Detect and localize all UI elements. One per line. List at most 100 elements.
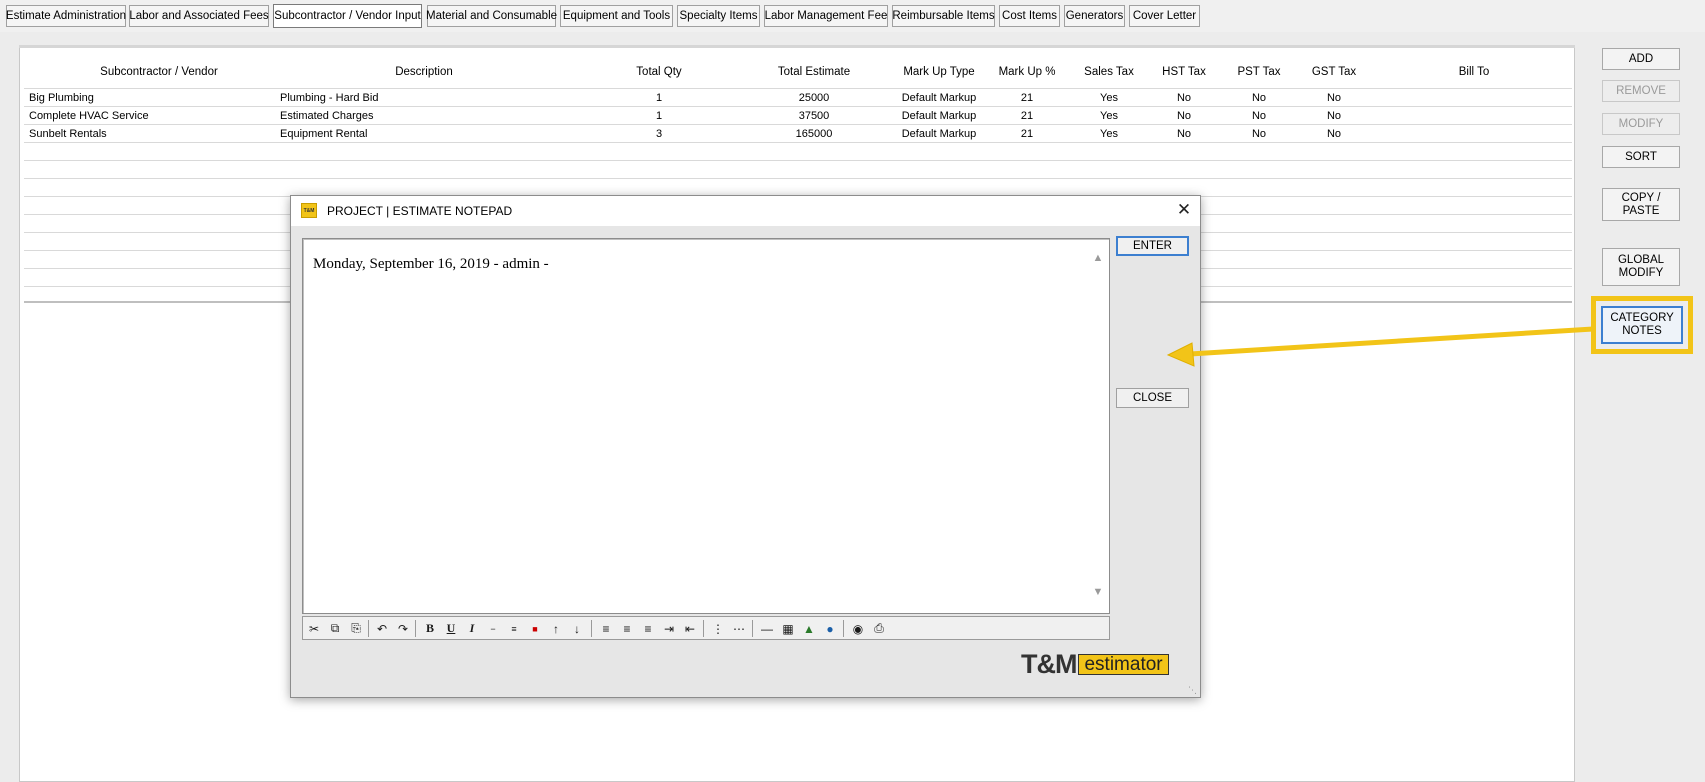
column-header-pst-tax[interactable]: PST Tax [1224, 55, 1294, 89]
table-row[interactable]: Sunbelt Rentals Equipment Rental 3 16500… [24, 125, 1572, 143]
table-row[interactable]: Big Plumbing Plumbing - Hard Bid 1 25000… [24, 89, 1572, 107]
cell-markup-percent: 21 [1020, 110, 1034, 122]
print-icon[interactable]: ⎙ [870, 620, 888, 637]
cell-pst-tax: No [1251, 128, 1267, 140]
cell-vendor: Complete HVAC Service [29, 110, 149, 122]
cell-hst-tax: No [1176, 128, 1192, 140]
cut-icon[interactable]: ✂ [305, 620, 323, 637]
italic-icon[interactable]: I [463, 620, 481, 637]
sort-button[interactable]: SORT [1602, 146, 1680, 168]
numbered-list-icon[interactable]: ⋯ [730, 620, 748, 637]
tab-estimate-administration[interactable]: Estimate Administration [6, 5, 126, 27]
copy-icon[interactable]: ⧉ [326, 620, 344, 637]
cell-vendor: Sunbelt Rentals [29, 128, 107, 140]
cell-hst-tax: No [1176, 110, 1192, 122]
bullet-list-icon[interactable]: ⋮ [709, 620, 727, 637]
column-header-gst-tax[interactable]: GST Tax [1299, 55, 1369, 89]
note-text: Monday, September 16, 2019 - admin - [313, 256, 549, 272]
image-icon[interactable]: ▲ [800, 620, 818, 637]
tab-subcontractor-vendor-input[interactable]: Subcontractor / Vendor Input [273, 4, 422, 28]
undo-icon[interactable]: ↶ [373, 620, 391, 637]
bold-icon[interactable]: B [421, 620, 439, 637]
app-logo-icon: T&M [301, 203, 317, 218]
tab-reimbursable-items[interactable]: Reimbursable Items [892, 5, 995, 27]
column-header-total-qty[interactable]: Total Qty [614, 55, 704, 89]
dialog-titlebar[interactable]: T&M PROJECT | ESTIMATE NOTEPAD ✕ [291, 196, 1200, 226]
cell-sales-tax: Yes [1100, 92, 1118, 104]
close-icon[interactable]: ✕ [1174, 201, 1194, 221]
column-header-markup-type[interactable]: Mark Up Type [884, 55, 994, 89]
outdent-icon[interactable]: ⇤ [681, 620, 699, 637]
cell-sales-tax: Yes [1100, 110, 1118, 122]
strikethrough-icon[interactable]: − [484, 620, 502, 637]
table-row[interactable]: Complete HVAC Service Estimated Charges … [24, 107, 1572, 125]
cell-total-estimate: 37500 [798, 110, 830, 122]
enter-button[interactable]: ENTER [1116, 236, 1189, 256]
column-header-total-estimate[interactable]: Total Estimate [754, 55, 874, 89]
align-right-icon[interactable]: ≡ [639, 620, 657, 637]
cell-sales-tax: Yes [1100, 128, 1118, 140]
cell-gst-tax: No [1326, 92, 1342, 104]
remove-button[interactable]: REMOVE [1602, 80, 1680, 102]
column-header-subcontractor[interactable]: Subcontractor / Vendor [64, 55, 254, 89]
toolbar-separator [368, 620, 369, 637]
column-header-bill-to[interactable]: Bill To [1424, 55, 1524, 89]
redo-icon[interactable]: ↷ [394, 620, 412, 637]
tab-specialty-items[interactable]: Specialty Items [677, 5, 760, 27]
cell-description: Estimated Charges [280, 110, 374, 122]
empty-table-row[interactable] [24, 161, 1572, 179]
cell-vendor: Big Plumbing [29, 92, 94, 104]
scroll-up-icon[interactable]: ▲ [1091, 251, 1105, 265]
add-button[interactable]: ADD [1602, 48, 1680, 70]
category-notes-button[interactable]: CATEGORY NOTES [1601, 306, 1683, 344]
decrease-font-icon[interactable]: ↓ [568, 620, 586, 637]
cell-markup-percent: 21 [1020, 128, 1034, 140]
dialog-title: PROJECT | ESTIMATE NOTEPAD [327, 204, 513, 218]
cell-hst-tax: No [1176, 92, 1192, 104]
font-color-icon[interactable]: ■ [526, 620, 544, 637]
tab-generators[interactable]: Generators [1064, 5, 1125, 27]
column-header-sales-tax[interactable]: Sales Tax [1074, 55, 1144, 89]
format-toolbar: ✂ ⧉ ⎘ ↶ ↷ B U I − ≡ ■ ↑ ↓ ≡ ≡ ≡ ⇥ ⇤ ⋮ ⋯ … [302, 616, 1110, 640]
column-header-description[interactable]: Description [354, 55, 494, 89]
double-strikethrough-icon[interactable]: ≡ [505, 620, 523, 637]
tab-cover-letter[interactable]: Cover Letter [1129, 5, 1200, 27]
cell-pst-tax: No [1251, 110, 1267, 122]
tab-cost-items[interactable]: Cost Items [999, 5, 1060, 27]
toolbar-separator [843, 620, 844, 637]
cell-description: Equipment Rental [280, 128, 368, 140]
find-icon[interactable]: ◉ [849, 620, 867, 637]
table-icon[interactable]: ▦ [779, 620, 797, 637]
cell-markup-percent: 21 [1020, 92, 1034, 104]
resize-grip-icon[interactable]: ⋱ [1188, 685, 1198, 695]
panel-top-border [19, 45, 1575, 48]
scroll-down-icon[interactable]: ▼ [1091, 585, 1105, 599]
tab-material-consumable[interactable]: Material and Consumable [426, 5, 557, 27]
tab-equipment-tools[interactable]: Equipment and Tools [560, 5, 673, 27]
notepad-editor[interactable]: Monday, September 16, 2019 - admin - ▲ ▼ [302, 238, 1110, 614]
copy-paste-button[interactable]: COPY / PASTE [1602, 188, 1680, 221]
column-header-hst-tax[interactable]: HST Tax [1149, 55, 1219, 89]
brand-estimator: estimator [1078, 653, 1169, 675]
cell-markup-type: Default Markup [901, 92, 977, 104]
hyperlink-icon[interactable]: ● [821, 620, 839, 637]
horizontal-rule-icon[interactable]: — [758, 620, 776, 637]
tab-labor-associated-fees[interactable]: Labor and Associated Fees [129, 5, 269, 27]
grid-header: Subcontractor / Vendor Description Total… [24, 55, 1572, 89]
align-left-icon[interactable]: ≡ [597, 620, 615, 637]
global-modify-button[interactable]: GLOBAL MODIFY [1602, 248, 1680, 286]
cell-total-estimate: 165000 [795, 128, 833, 140]
empty-table-row[interactable] [24, 143, 1572, 161]
paste-icon[interactable]: ⎘ [347, 620, 365, 637]
modify-button[interactable]: MODIFY [1602, 113, 1680, 135]
toolbar-separator [703, 620, 704, 637]
increase-font-icon[interactable]: ↑ [547, 620, 565, 637]
cell-description: Plumbing - Hard Bid [280, 92, 379, 104]
column-header-markup-percent[interactable]: Mark Up % [987, 55, 1067, 89]
cell-total-qty: 1 [655, 92, 663, 104]
underline-icon[interactable]: U [442, 620, 460, 637]
align-center-icon[interactable]: ≡ [618, 620, 636, 637]
tab-labor-management-fee[interactable]: Labor Management Fee [764, 5, 888, 27]
indent-icon[interactable]: ⇥ [660, 620, 678, 637]
close-button[interactable]: CLOSE [1116, 388, 1189, 408]
